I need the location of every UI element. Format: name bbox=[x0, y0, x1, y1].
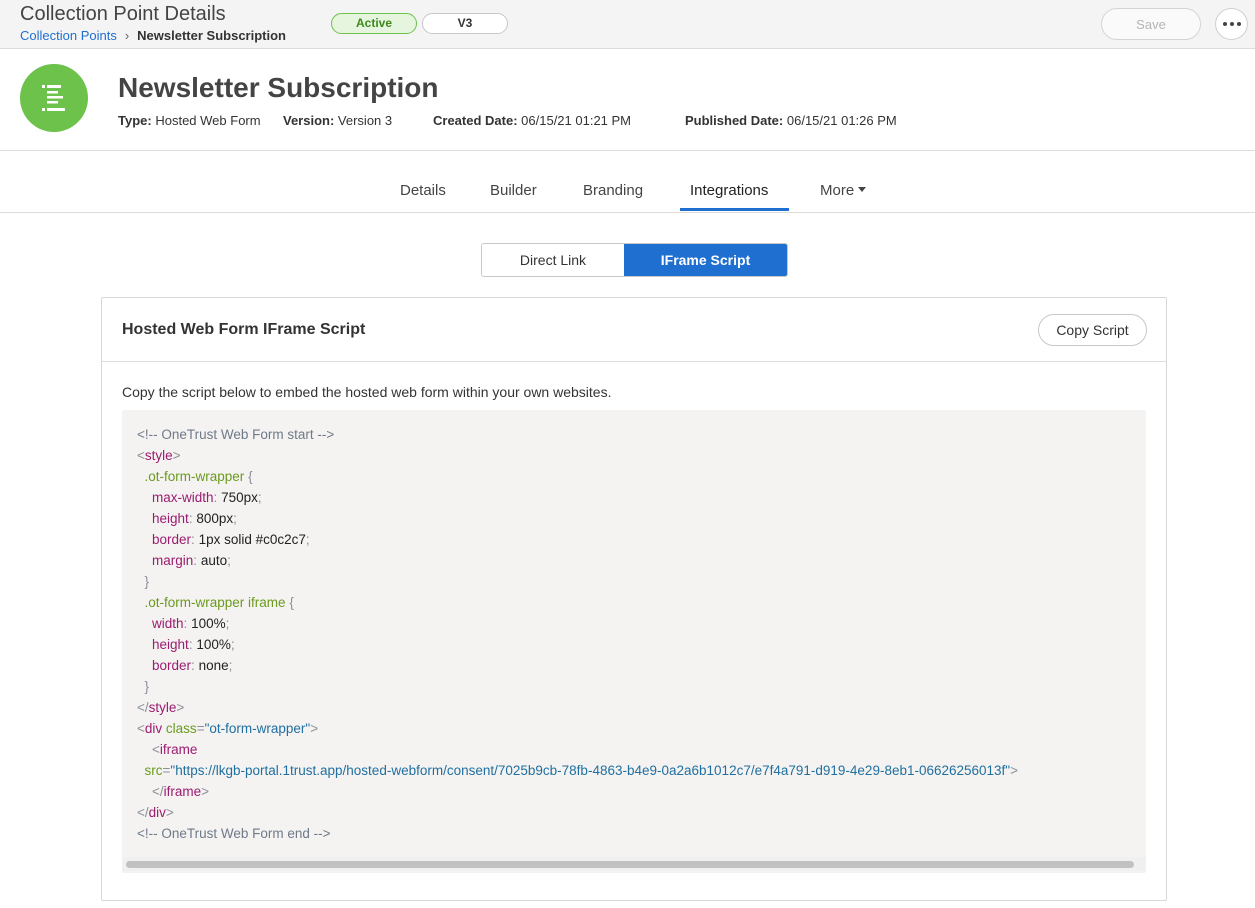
caret-down-icon bbox=[858, 186, 867, 192]
meta-version: Version: Version 3 bbox=[283, 113, 393, 128]
code-text: <!-- OneTrust Web Form start --> <style>… bbox=[137, 427, 1018, 841]
chevron-right-icon: › bbox=[124, 28, 130, 43]
top-bar: Collection Point Details Collection Poin… bbox=[0, 0, 1255, 49]
form-list-icon bbox=[20, 64, 88, 132]
breadcrumb: Collection Points › Newsletter Subscript… bbox=[20, 28, 286, 43]
page-title: Collection Point Details bbox=[20, 3, 226, 25]
tab-integrations[interactable]: Integrations bbox=[690, 182, 768, 199]
meta-published-date: Published Date: 06/15/21 01:26 PM bbox=[685, 113, 897, 128]
scrollbar-thumb[interactable] bbox=[126, 861, 1134, 868]
direct-link-button[interactable]: Direct Link bbox=[482, 244, 624, 276]
tab-branding[interactable]: Branding bbox=[583, 182, 643, 199]
status-badge: Active bbox=[331, 13, 417, 34]
record-header: Newsletter Subscription Type: Hosted Web… bbox=[0, 49, 1255, 151]
card-description: Copy the script below to embed the hoste… bbox=[122, 384, 612, 400]
tab-more[interactable]: More bbox=[820, 182, 867, 199]
tab-details[interactable]: Details bbox=[400, 182, 446, 199]
version-badge: V3 bbox=[422, 13, 508, 34]
code-block[interactable]: <!-- OneTrust Web Form start --> <style>… bbox=[122, 410, 1146, 873]
active-tab-indicator bbox=[680, 208, 789, 211]
ellipsis-icon bbox=[1222, 22, 1227, 26]
tab-builder[interactable]: Builder bbox=[490, 182, 537, 199]
integration-type-toggle: Direct Link IFrame Script bbox=[481, 243, 788, 277]
breadcrumb-collection-points-link[interactable]: Collection Points bbox=[20, 28, 117, 43]
ellipsis-icon bbox=[1236, 22, 1241, 26]
save-button[interactable]: Save bbox=[1101, 8, 1201, 40]
meta-type: Type: Hosted Web Form bbox=[118, 113, 261, 128]
iframe-script-card: Hosted Web Form IFrame Script Copy Scrip… bbox=[101, 297, 1167, 901]
iframe-script-button[interactable]: IFrame Script bbox=[624, 244, 787, 276]
tab-bar: Details Builder Branding Integrations Mo… bbox=[0, 151, 1255, 213]
ellipsis-icon bbox=[1229, 22, 1234, 26]
meta-created-date: Created Date: 06/15/21 01:21 PM bbox=[433, 113, 632, 128]
card-title: Hosted Web Form IFrame Script bbox=[122, 321, 366, 338]
more-options-button[interactable] bbox=[1215, 8, 1248, 40]
breadcrumb-current: Newsletter Subscription bbox=[137, 28, 286, 43]
copy-script-button[interactable]: Copy Script bbox=[1038, 314, 1147, 346]
card-header: Hosted Web Form IFrame Script Copy Scrip… bbox=[102, 298, 1166, 362]
horizontal-scrollbar[interactable] bbox=[122, 857, 1146, 871]
record-title: Newsletter Subscription bbox=[118, 72, 439, 103]
